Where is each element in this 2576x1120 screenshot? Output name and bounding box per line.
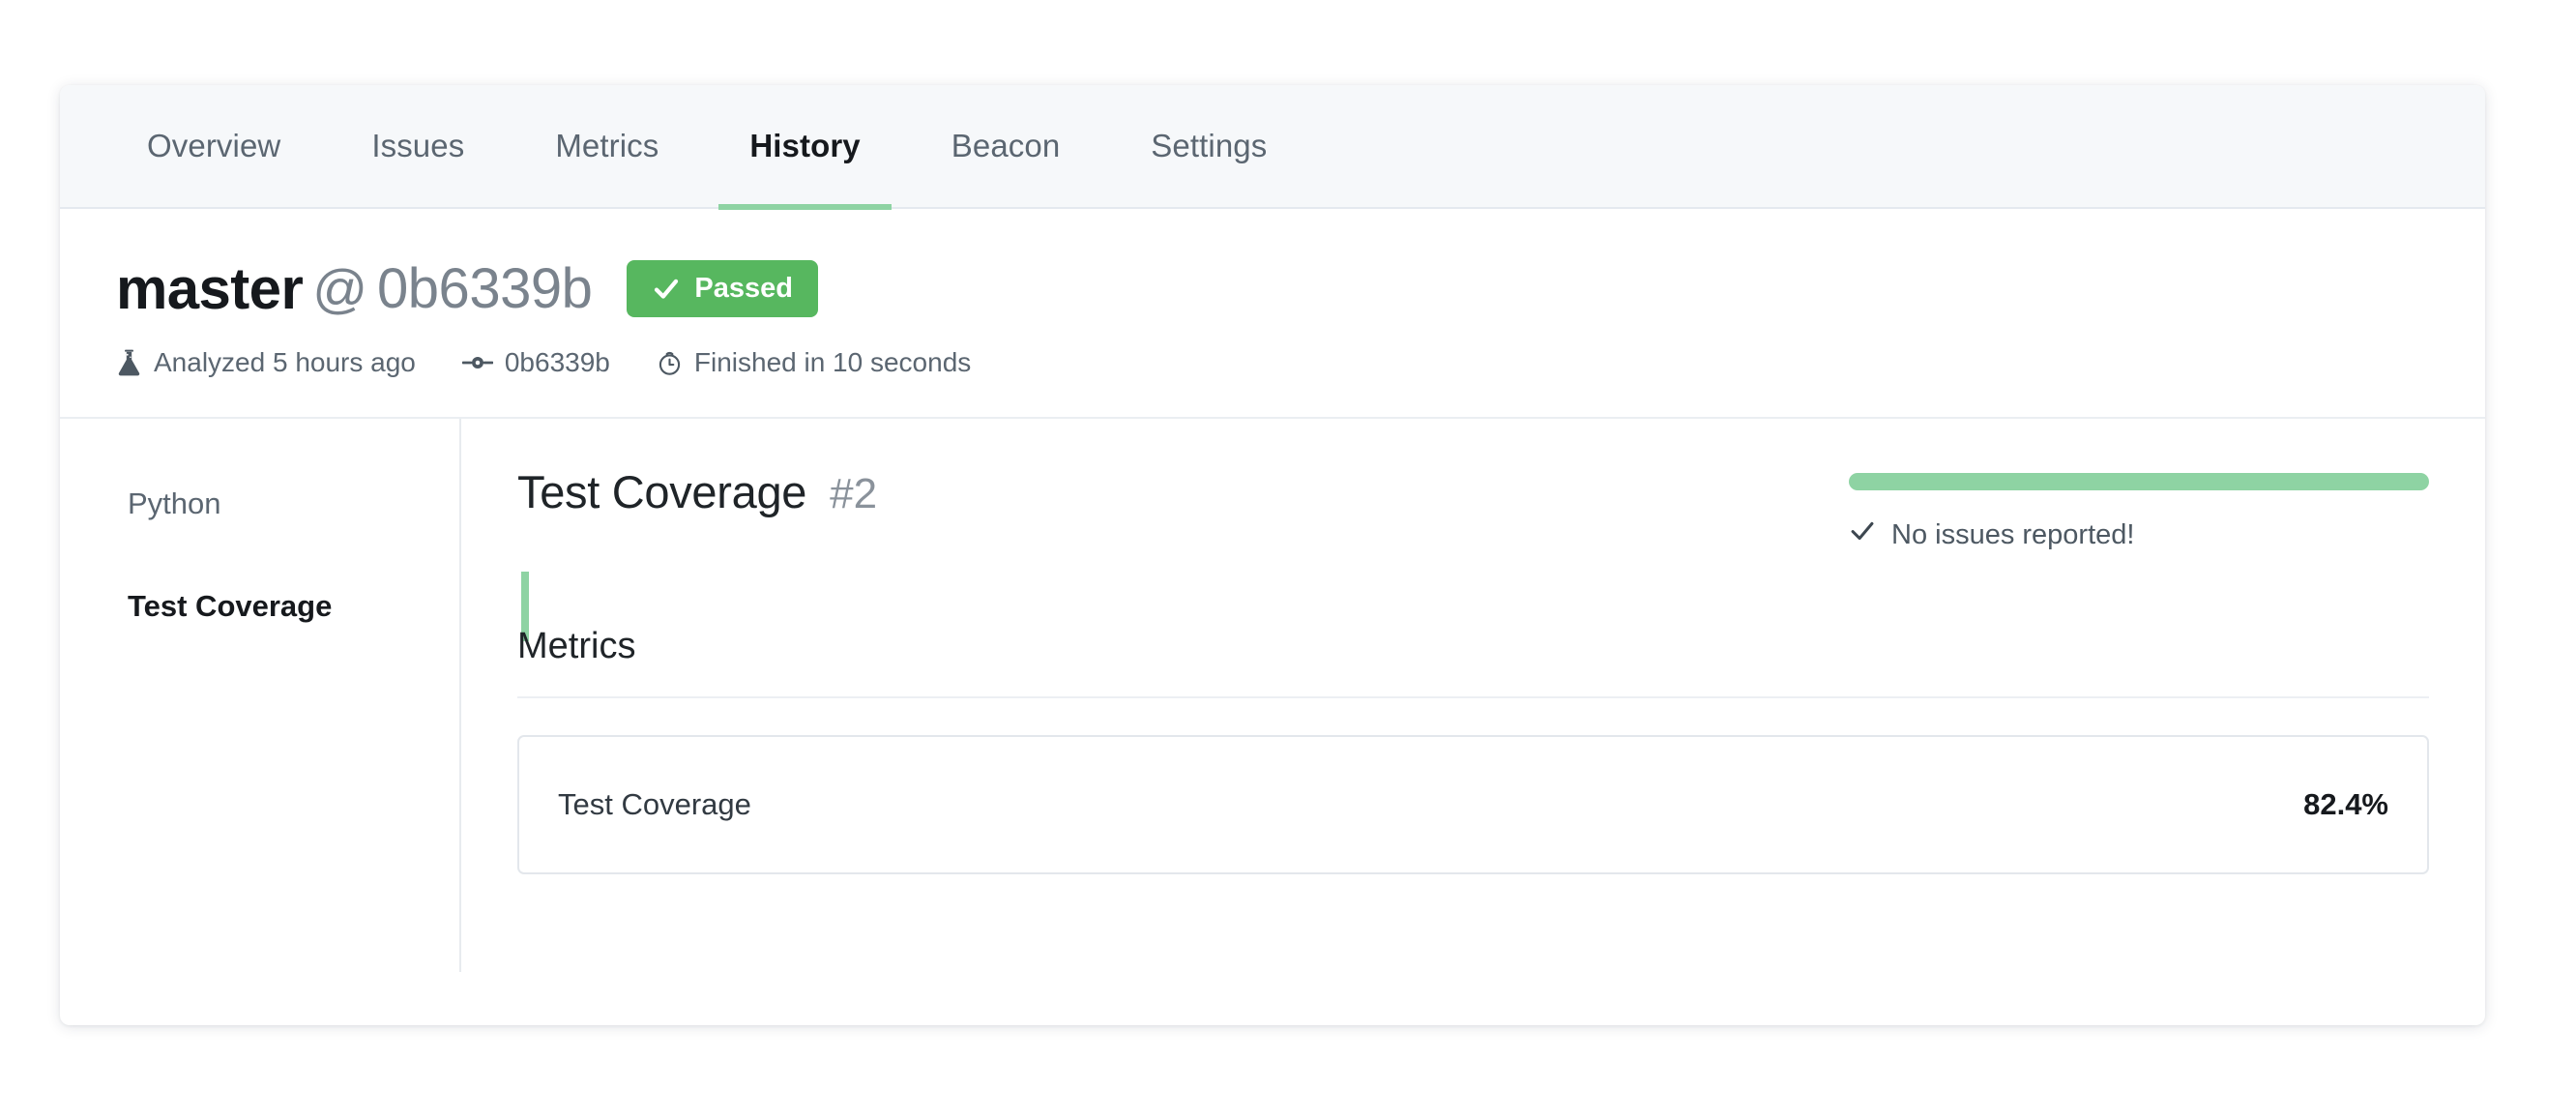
tab-issues-label: Issues bbox=[371, 128, 465, 163]
coverage-progress-bar bbox=[1849, 473, 2429, 490]
tab-settings[interactable]: Settings bbox=[1120, 85, 1298, 208]
metric-row: Test Coverage 82.4% bbox=[517, 735, 2429, 874]
build-title-row: master @ 0b6339b Passed bbox=[116, 255, 2429, 322]
tab-settings-label: Settings bbox=[1151, 128, 1268, 163]
run-number: #2 bbox=[830, 470, 878, 517]
metric-label: Test Coverage bbox=[558, 787, 751, 821]
no-issues-status: No issues reported! bbox=[1849, 517, 2429, 552]
flask-icon bbox=[116, 349, 142, 377]
meta-commit: 0b6339b bbox=[461, 347, 610, 378]
meta-analyzed-text: Analyzed 5 hours ago bbox=[154, 347, 416, 377]
commit-sha-heading: 0b6339b bbox=[377, 257, 593, 320]
check-icon bbox=[1849, 517, 1876, 552]
meta-analyzed: Analyzed 5 hours ago bbox=[116, 347, 416, 378]
check-icon bbox=[652, 275, 681, 304]
sidebar-item-test-coverage[interactable]: Test Coverage bbox=[128, 572, 529, 641]
tab-history-label: History bbox=[749, 128, 861, 163]
build-meta-row: Analyzed 5 hours ago 0b6339b Finished in… bbox=[116, 347, 2429, 378]
tab-beacon[interactable]: Beacon bbox=[921, 85, 1092, 208]
analysis-sidebar: Python Test Coverage bbox=[60, 419, 529, 972]
git-commit-icon bbox=[461, 350, 493, 375]
sidebar-item-python[interactable]: Python bbox=[128, 469, 459, 539]
sidebar-item-test-coverage-label: Test Coverage bbox=[128, 589, 333, 623]
content-top-row: Test Coverage #2 No issues reported! bbox=[517, 459, 2429, 552]
metric-value: 82.4% bbox=[2303, 787, 2388, 821]
tab-issues[interactable]: Issues bbox=[340, 85, 495, 208]
no-issues-text: No issues reported! bbox=[1891, 518, 2135, 550]
tab-overview[interactable]: Overview bbox=[116, 85, 311, 208]
page-root: Overview Issues Metrics History Beacon S… bbox=[0, 0, 2576, 1120]
tab-beacon-label: Beacon bbox=[951, 128, 1061, 163]
analysis-content: Test Coverage #2 No issues reported! Met… bbox=[461, 419, 2485, 972]
meta-commit-text: 0b6339b bbox=[504, 347, 610, 377]
page-title: Test Coverage bbox=[517, 466, 807, 517]
tab-history[interactable]: History bbox=[718, 85, 893, 210]
tab-metrics-label: Metrics bbox=[555, 128, 659, 163]
tab-bar: Overview Issues Metrics History Beacon S… bbox=[60, 85, 2485, 210]
tab-metrics[interactable]: Metrics bbox=[524, 85, 689, 208]
status-badge: Passed bbox=[627, 260, 818, 317]
sidebar-item-python-label: Python bbox=[128, 486, 221, 520]
stopwatch-icon bbox=[657, 349, 683, 377]
analysis-body: Python Test Coverage Test Coverage #2 No… bbox=[60, 419, 2485, 972]
issues-summary-panel: No issues reported! bbox=[1849, 459, 2429, 552]
branch-name: master bbox=[116, 256, 304, 321]
at-separator: @ bbox=[312, 258, 368, 319]
build-header: master @ 0b6339b Passed Analyzed 5 hours… bbox=[60, 209, 2485, 419]
meta-duration-text: Finished in 10 seconds bbox=[693, 347, 972, 377]
repository-card: Overview Issues Metrics History Beacon S… bbox=[60, 85, 2485, 1025]
meta-duration: Finished in 10 seconds bbox=[657, 347, 971, 378]
metrics-section-heading: Metrics bbox=[517, 626, 2429, 698]
status-badge-label: Passed bbox=[694, 273, 793, 304]
content-heading: Test Coverage #2 bbox=[517, 459, 877, 518]
tab-overview-label: Overview bbox=[147, 128, 281, 163]
